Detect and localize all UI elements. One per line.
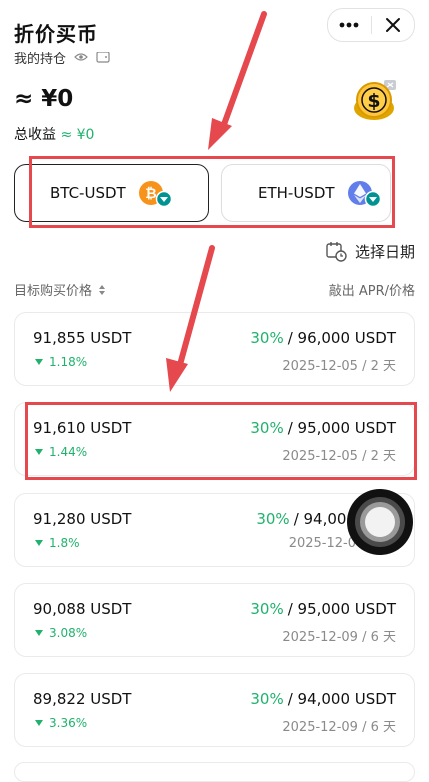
change-value: 3.36% xyxy=(49,716,88,730)
target-price: 91,280 USDT xyxy=(33,510,132,528)
order-card-partial[interactable] xyxy=(14,762,415,782)
more-button[interactable] xyxy=(328,9,371,41)
price-change: 1.18% xyxy=(35,355,87,369)
floating-assistive-button[interactable] xyxy=(346,486,414,558)
strike-price: / 95,000 USDT xyxy=(287,600,396,618)
calendar-clock-icon xyxy=(326,242,347,262)
balance-value: ≈ ¥0 xyxy=(14,86,74,112)
change-value: 1.8% xyxy=(49,536,80,550)
wallet-icon[interactable] xyxy=(96,52,110,63)
down-triangle-icon xyxy=(35,720,43,726)
down-triangle-icon xyxy=(35,630,43,636)
total-pnl: 总收益 ≈ ¥0 xyxy=(14,124,94,144)
apr-strike: 30%/ 96,000 USDT xyxy=(250,329,396,347)
target-price: 91,855 USDT xyxy=(33,329,132,347)
annotation-box-order xyxy=(25,402,417,480)
apr-value: 30% xyxy=(250,690,284,708)
price-change: 1.8% xyxy=(35,536,80,550)
price-change: 3.08% xyxy=(35,626,87,640)
list-header-left: 目标购买价格 xyxy=(14,284,93,299)
change-value: 1.18% xyxy=(49,355,88,369)
settlement-date: 2025-12-09 / 6 天 xyxy=(282,720,396,735)
total-pnl-value: ≈ ¥0 xyxy=(60,127,95,143)
close-icon xyxy=(385,18,400,32)
more-icon xyxy=(339,22,359,28)
strike-price: / 94,000 USDT xyxy=(287,690,396,708)
total-pnl-label: 总收益 xyxy=(14,127,56,143)
svg-text:$: $ xyxy=(367,90,380,112)
apr-strike: 30%/ 94,000 xyxy=(256,510,356,528)
holdings-label: 我的持仓 xyxy=(14,52,67,67)
target-price: 90,088 USDT xyxy=(33,600,132,618)
sort-target-price[interactable]: 目标购买价格 xyxy=(14,280,106,299)
order-card[interactable]: 91,855 USDT 1.18% 30%/ 96,000 USDT 2025-… xyxy=(14,312,415,386)
coin-illustration-icon: $ xyxy=(354,80,396,120)
target-price: 89,822 USDT xyxy=(33,690,132,708)
eye-icon[interactable] xyxy=(74,52,88,62)
settlement-date: 2025-12-05 / 2 天 xyxy=(282,359,396,374)
price-change: 3.36% xyxy=(35,716,87,730)
close-button[interactable] xyxy=(371,9,414,41)
order-card[interactable]: 90,088 USDT 3.08% 30%/ 95,000 USDT 2025-… xyxy=(14,583,415,657)
settlement-date: 2025-12-09 / 6 天 xyxy=(282,630,396,645)
holdings-row: 我的持仓 xyxy=(14,52,110,70)
apr-value: 30% xyxy=(250,600,284,618)
date-selector-label: 选择日期 xyxy=(354,242,415,261)
down-triangle-icon xyxy=(35,540,43,546)
strike-price: / 96,000 USDT xyxy=(287,329,396,347)
down-triangle-icon xyxy=(35,359,43,365)
sort-icon xyxy=(99,284,106,295)
list-header-right: 敲出 APR/价格 xyxy=(328,284,415,299)
order-card[interactable]: 89,822 USDT 3.36% 30%/ 94,000 USDT 2025-… xyxy=(14,673,415,747)
apr-value: 30% xyxy=(256,510,290,528)
apr-strike: 30%/ 95,000 USDT xyxy=(250,600,396,618)
apr-strike: 30%/ 94,000 USDT xyxy=(250,690,396,708)
date-selector[interactable]: 选择日期 xyxy=(325,240,415,262)
annotation-box-pairs xyxy=(29,156,395,228)
change-value: 3.08% xyxy=(49,626,88,640)
page-title: 折价买币 xyxy=(14,22,98,46)
apr-value: 30% xyxy=(250,329,284,347)
miniapp-capsule xyxy=(327,8,415,42)
